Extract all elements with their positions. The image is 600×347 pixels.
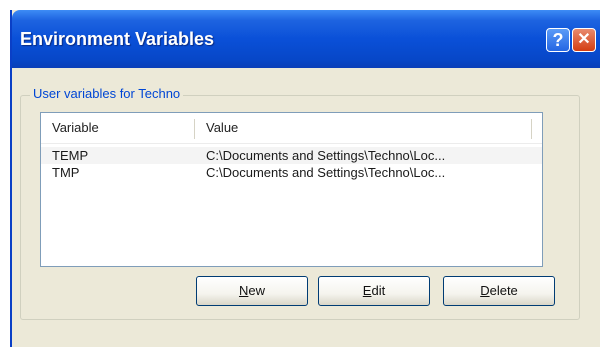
column-divider[interactable] bbox=[531, 119, 532, 139]
edit-button-label: dit bbox=[371, 283, 386, 298]
column-header-value[interactable]: Value bbox=[206, 113, 238, 143]
delete-button-mnemonic: D bbox=[480, 283, 490, 298]
new-button-label: ew bbox=[248, 283, 265, 298]
title-bar[interactable]: Environment Variables ? ✕ bbox=[12, 10, 600, 68]
delete-button-label: elete bbox=[489, 283, 518, 298]
column-divider[interactable] bbox=[194, 119, 195, 139]
new-button[interactable]: New bbox=[196, 276, 308, 306]
column-header-variable[interactable]: Variable bbox=[52, 113, 99, 143]
new-button-mnemonic: N bbox=[238, 283, 249, 298]
variable-value: C:\Documents and Settings\Techno\Loc... bbox=[206, 165, 446, 180]
list-item[interactable]: TEMP C:\Documents and Settings\Techno\Lo… bbox=[41, 147, 542, 164]
delete-button[interactable]: Delete bbox=[443, 276, 555, 306]
variable-value: C:\Documents and Settings\Techno\Loc... bbox=[206, 148, 446, 163]
user-variables-list[interactable]: Variable Value TEMP C:\Documents and Set… bbox=[40, 112, 543, 267]
window-title: Environment Variables bbox=[20, 29, 215, 49]
list-item[interactable]: TMP C:\Documents and Settings\Techno\Loc… bbox=[41, 164, 542, 181]
variable-name: TMP bbox=[52, 165, 80, 180]
edit-button[interactable]: Edit bbox=[318, 276, 430, 306]
help-icon[interactable]: ? bbox=[546, 28, 570, 52]
list-header: Variable Value bbox=[41, 113, 542, 144]
close-icon[interactable]: ✕ bbox=[572, 28, 596, 52]
variable-name: TEMP bbox=[52, 148, 89, 163]
user-variables-group-label: User variables for Techno bbox=[30, 86, 184, 101]
